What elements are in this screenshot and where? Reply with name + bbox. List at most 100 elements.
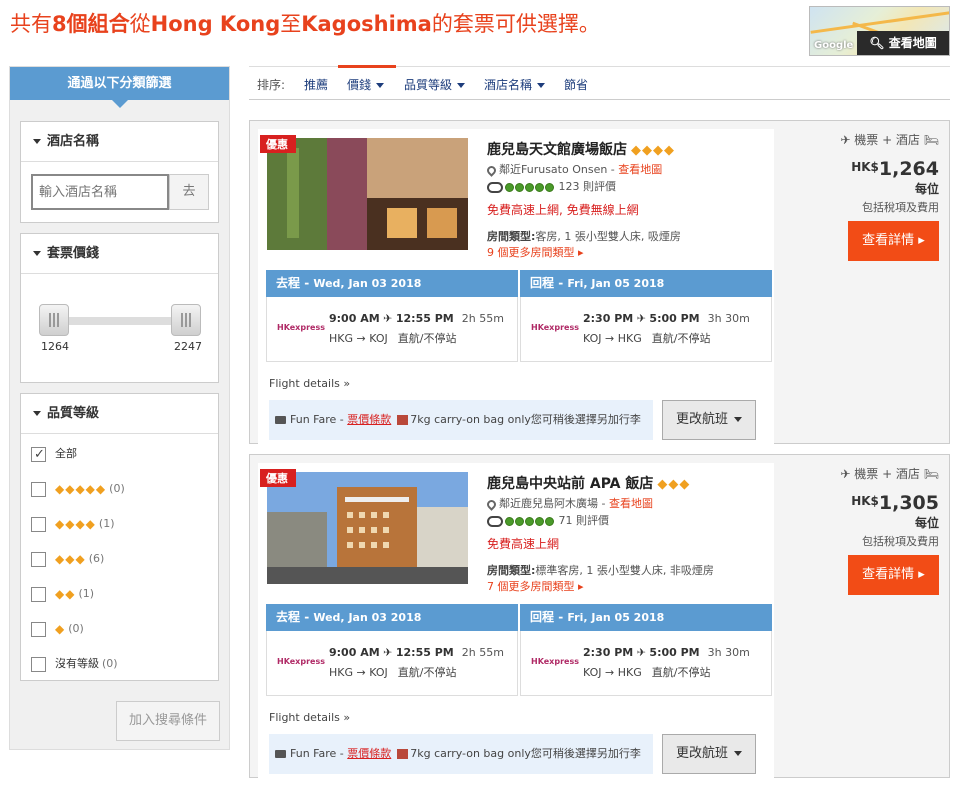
price-slider-min-handle[interactable] xyxy=(39,304,69,336)
package-card: 優惠 鹿兒島中央站前 APA 飯店 ◆◆◆ 鄰近鹿兒島阿木廣場 - 查看地圖 71… xyxy=(249,454,950,786)
package-price: HK$1,305 xyxy=(851,492,939,514)
outbound-header: 去程 - Wed, Jan 03 2018 xyxy=(266,270,518,297)
rating-filter: 品質等級 全部 ◆◆◆◆◆(0) ◆◆◆◆(1) ◆◆◆(6) ◆◆(1) ◆(0) 沒有等… xyxy=(20,393,219,681)
tripadvisor-rating[interactable]: 123 則評價 xyxy=(487,178,616,194)
sort-savings[interactable]: 節省 xyxy=(564,76,588,93)
rating-option[interactable]: ◆ (0) xyxy=(31,619,84,639)
sort-hotel-name[interactable]: 酒店名稱 xyxy=(484,76,546,93)
filter-sidebar: 通過以下分類篩選 酒店名稱 去 套票價錢 1264 2247 品質等級 全部◆◆… xyxy=(9,66,230,750)
price-slider-max-handle[interactable] xyxy=(171,304,201,336)
package-type-label: ✈ 機票 + 酒店 🛏︎ xyxy=(840,133,939,147)
tripadvisor-owl-icon xyxy=(487,181,503,193)
fare-info: Fun Fare - 票價條款 7kg carry-on bag only您可稍後… xyxy=(269,400,653,440)
rating-filter-toggle[interactable]: 品質等級 xyxy=(21,394,218,434)
rating-diamonds: ◆◆◆◆ xyxy=(631,142,675,158)
sort-rating[interactable]: 品質等級 xyxy=(404,76,466,93)
rating-diamonds: ◆◆ xyxy=(55,587,76,601)
hotel-photo[interactable] xyxy=(267,138,468,250)
outbound-header: 去程 - Wed, Jan 03 2018 xyxy=(266,604,518,631)
map-thumbnail[interactable]: Google 🔍︎ 查看地圖 xyxy=(809,6,950,56)
view-details-button[interactable]: 查看詳情 ▸ xyxy=(848,221,939,261)
caret-down-icon xyxy=(537,83,546,88)
location-pin-icon xyxy=(485,497,498,511)
plane-icon: ✈ xyxy=(636,646,646,659)
outbound-flight: HKexpress 9:00 AM ✈ 12:55 PM 2h 55m HKG →… xyxy=(266,631,518,696)
chevron-down-icon: » xyxy=(343,711,351,724)
rating-option[interactable]: ◆◆◆◆◆ (0) xyxy=(31,479,125,499)
sidebar-heading: 通過以下分類篩選 xyxy=(10,67,229,108)
no-checked-bag-icon xyxy=(397,415,409,425)
caret-down-icon xyxy=(33,251,41,256)
taxes-note: 包括稅項及費用 xyxy=(862,201,939,214)
sort-price[interactable]: 價錢 xyxy=(347,76,385,93)
bed-icon: 🛏︎ xyxy=(923,133,939,147)
add-criteria-button[interactable]: 加入搜尋條件 xyxy=(116,701,220,741)
hkexpress-logo: HKexpress xyxy=(277,657,325,666)
rating-diamonds: ◆ xyxy=(55,622,66,636)
caret-down-icon xyxy=(376,83,385,88)
rating-option[interactable]: ◆◆ (1) xyxy=(31,584,94,604)
hotel-name-input[interactable] xyxy=(31,174,169,210)
sort-recommended[interactable]: 推薦 xyxy=(304,76,328,93)
package-price: HK$1,264 xyxy=(851,158,939,180)
hotel-perks: 免費高速上網 xyxy=(487,537,560,551)
change-flight-button[interactable]: 更改航班 xyxy=(662,400,756,440)
view-map-link[interactable]: 查看地圖 xyxy=(618,163,662,176)
more-room-types-link[interactable]: 9 個更多房間類型 ▸ xyxy=(487,244,584,260)
hotel-location: 鄰近Furusato Onsen - 查看地圖 xyxy=(485,161,662,177)
price-slider-track[interactable] xyxy=(57,317,189,325)
fare-rules-link[interactable]: 票價條款 xyxy=(347,747,391,760)
hotel-name[interactable]: 鹿兒島天文館廣場飯店 ◆◆◆◆ xyxy=(487,139,675,159)
checkbox[interactable] xyxy=(31,445,46,465)
hotel-photo[interactable] xyxy=(267,472,468,584)
no-checked-bag-icon xyxy=(397,749,409,759)
flight-details-toggle[interactable]: Flight details » xyxy=(269,711,350,724)
per-person-label: 每位 xyxy=(914,182,939,196)
hkexpress-logo: HKexpress xyxy=(277,323,325,332)
view-map-button[interactable]: 🔍︎ 查看地圖 xyxy=(857,31,949,55)
checkbox[interactable] xyxy=(31,551,46,567)
search-icon: 🔍︎ xyxy=(869,36,885,50)
view-details-button[interactable]: 查看詳情 ▸ xyxy=(848,555,939,595)
page-title: 共有8個組合從Hong Kong至Kagoshima的套票可供選擇。 xyxy=(10,12,600,36)
view-map-link[interactable]: 查看地圖 xyxy=(609,497,653,510)
tripadvisor-rating[interactable]: 71 則評價 xyxy=(487,512,609,528)
checkbox[interactable] xyxy=(31,656,46,672)
hotel-name[interactable]: 鹿兒島中央站前 APA 飯店 ◆◆◆ xyxy=(487,473,690,493)
hotel-name-filter-toggle[interactable]: 酒店名稱 xyxy=(21,122,218,162)
rating-option[interactable]: 沒有等級 (0) xyxy=(31,654,118,674)
inbound-flight: HKexpress 2:30 PM ✈ 5:00 PM 3h 30m KOJ → … xyxy=(520,631,772,696)
hkexpress-logo: HKexpress xyxy=(531,323,579,332)
flight-details-toggle[interactable]: Flight details » xyxy=(269,377,350,390)
price-filter-toggle[interactable]: 套票價錢 xyxy=(21,234,218,274)
rating-diamonds: ◆◆◆ xyxy=(55,552,86,566)
location-pin-icon xyxy=(485,163,498,177)
sort-label: 排序: xyxy=(257,78,286,92)
go-button[interactable]: 去 xyxy=(169,174,209,210)
caret-down-icon xyxy=(33,411,41,416)
caret-down-icon xyxy=(33,139,41,144)
rating-option[interactable]: ◆◆◆ (6) xyxy=(31,549,104,569)
price-max-label: 2247 xyxy=(174,340,202,353)
rating-diamonds: ◆◆◆◆ xyxy=(55,517,96,531)
plane-icon: ✈ xyxy=(636,312,646,325)
more-room-types-link[interactable]: 7 個更多房間類型 ▸ xyxy=(487,578,584,594)
sort-active-indicator xyxy=(338,65,396,68)
price-min-label: 1264 xyxy=(41,340,69,353)
plane-icon: ✈ xyxy=(383,646,393,659)
caret-down-icon xyxy=(734,751,742,756)
rating-option[interactable]: 全部 xyxy=(31,444,77,465)
change-flight-button[interactable]: 更改航班 xyxy=(662,734,756,774)
rating-diamonds: ◆◆◆ xyxy=(657,476,691,492)
tripadvisor-owl-icon xyxy=(487,515,503,527)
price-panel: ✈ 機票 + 酒店 🛏︎ HK$1,305 每位 包括稅項及費用 xyxy=(779,465,939,549)
plane-icon: ✈ xyxy=(383,312,393,325)
rating-option[interactable]: ◆◆◆◆ (1) xyxy=(31,514,115,534)
sort-bar: 排序: 推薦 價錢 品質等級 酒店名稱 節省 xyxy=(249,66,950,100)
checkbox[interactable] xyxy=(31,586,46,602)
checkbox[interactable] xyxy=(31,516,46,532)
fare-rules-link[interactable]: 票價條款 xyxy=(347,413,391,426)
checkbox[interactable] xyxy=(31,621,46,637)
plane-icon: ✈ xyxy=(840,467,851,481)
checkbox[interactable] xyxy=(31,481,46,497)
